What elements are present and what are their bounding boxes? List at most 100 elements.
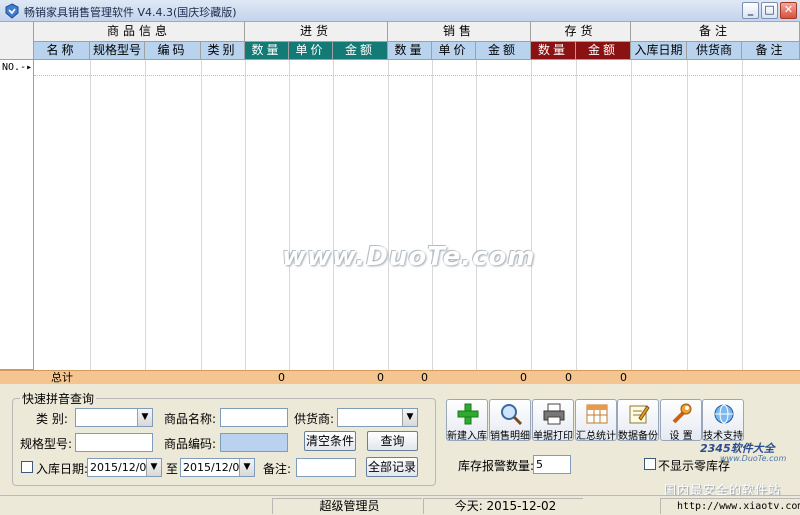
data-grid[interactable]: 商品信息 进货 销售 存货 备注 名称 规格型号 编码 类别 数量 单价 金额 … xyxy=(0,22,800,384)
remark-input[interactable] xyxy=(296,458,356,477)
close-button[interactable]: ✕ xyxy=(780,2,797,19)
minimize-button[interactable]: _ xyxy=(742,2,759,19)
column-divider xyxy=(576,60,577,370)
summary-stats-label: 汇总统计 xyxy=(576,431,616,442)
group-header-purchase: 进货 xyxy=(245,22,388,42)
col-header-supplier[interactable]: 供货商 xyxy=(687,42,742,60)
totals-sales-amount: 0 xyxy=(520,371,527,384)
totals-label: 总计 xyxy=(51,371,73,384)
chevron-down-icon[interactable]: ▼ xyxy=(146,459,161,476)
category-select[interactable]: ▼ xyxy=(75,408,153,427)
row-indicator[interactable]: NO.-▸ xyxy=(0,60,32,76)
logo-subtext: www.DuoTe.com xyxy=(720,454,787,463)
spec-input[interactable] xyxy=(75,433,153,452)
col-header-code[interactable]: 编码 xyxy=(145,42,201,60)
column-divider xyxy=(687,60,688,370)
data-backup-button[interactable]: 数据备份 xyxy=(617,399,659,442)
col-header-sales-amount[interactable]: 金额 xyxy=(476,42,531,60)
col-header-remark[interactable]: 备注 xyxy=(742,42,800,60)
group-header-remark: 备注 xyxy=(631,22,800,42)
col-header-sales-qty[interactable]: 数量 xyxy=(388,42,432,60)
date-to-picker[interactable]: 2015/12/02 ▼ xyxy=(180,458,255,477)
row-number-label: NO.- xyxy=(2,62,27,73)
column-divider xyxy=(289,60,290,370)
settings-label: 设 置 xyxy=(669,431,693,442)
row-indicator-column xyxy=(0,60,34,370)
title-bar: 畅销家具销售管理软件 V4.4.3(国庆珍藏版) _ □ ✕ xyxy=(0,0,800,22)
status-today: 今天: 2015-12-02 xyxy=(423,498,583,514)
product-name-input[interactable] xyxy=(220,408,288,427)
supplier-select[interactable]: ▼ xyxy=(337,408,418,427)
chevron-down-icon[interactable]: ▼ xyxy=(402,409,417,426)
column-divider xyxy=(742,60,743,370)
print-receipt-label: 单据打印 xyxy=(533,431,573,442)
status-bar: 超级管理员 今天: 2015-12-02 http://www.xiaotv.c… xyxy=(0,495,800,515)
col-header-spec[interactable]: 规格型号 xyxy=(90,42,145,60)
column-divider xyxy=(531,60,532,370)
totals-row: 总计 0 0 0 0 0 0 xyxy=(0,370,800,384)
column-divider xyxy=(145,60,146,370)
group-header-sales: 销售 xyxy=(388,22,531,42)
column-divider xyxy=(333,60,334,370)
column-divider xyxy=(245,60,246,370)
new-stock-in-label: 新建入库 xyxy=(447,431,487,442)
col-header-purchase-qty[interactable]: 数量 xyxy=(245,42,289,60)
totals-purchase-amount: 0 xyxy=(377,371,384,384)
col-header-category[interactable]: 类别 xyxy=(201,42,245,60)
product-code-input[interactable] xyxy=(220,433,288,452)
data-backup-label: 数据备份 xyxy=(618,431,658,442)
grid-corner xyxy=(0,22,34,60)
all-records-button[interactable]: 全部记录 xyxy=(366,457,418,477)
table-icon xyxy=(586,404,608,424)
totals-stock-qty: 0 xyxy=(565,371,572,384)
totals-purchase-qty: 0 xyxy=(278,371,285,384)
col-header-sales-price[interactable]: 单价 xyxy=(432,42,476,60)
summary-stats-button[interactable]: 汇总统计 xyxy=(575,399,617,442)
clear-conditions-button[interactable]: 清空条件 xyxy=(304,431,356,451)
new-stock-in-button[interactable]: 新建入库 xyxy=(446,399,488,442)
print-receipt-button[interactable]: 单据打印 xyxy=(532,399,574,442)
supplier-label: 供货商: xyxy=(294,412,335,426)
status-user: 超级管理员 xyxy=(272,498,422,514)
column-divider xyxy=(631,60,632,370)
date-to-label: 至 xyxy=(166,462,179,476)
group-header-stock: 存货 xyxy=(531,22,631,42)
stock-alert-label: 库存报警数量: xyxy=(458,459,535,473)
date-from-value: 2015/12/02 xyxy=(90,461,154,474)
col-header-name[interactable]: 名称 xyxy=(34,42,90,60)
col-header-in-date[interactable]: 入库日期 xyxy=(631,42,687,60)
col-header-stock-qty[interactable]: 数量 xyxy=(531,42,576,60)
site-logo: 2345软件大全 www.DuoTe.com xyxy=(700,440,786,463)
hide-zero-stock-checkbox[interactable] xyxy=(644,458,656,470)
tech-support-button[interactable]: 技术支持 xyxy=(702,399,744,442)
wrench-icon xyxy=(672,403,692,424)
watermark-text: www.DuoTe.com xyxy=(282,242,536,272)
col-header-purchase-price[interactable]: 单价 xyxy=(289,42,333,60)
current-row-arrow-icon: ▸ xyxy=(26,62,33,73)
col-header-stock-amount[interactable]: 金额 xyxy=(576,42,631,60)
magnifier-icon xyxy=(501,404,523,426)
query-button[interactable]: 查询 xyxy=(367,431,418,451)
chevron-down-icon[interactable]: ▼ xyxy=(239,459,254,476)
date-from-picker[interactable]: 2015/12/02 ▼ xyxy=(87,458,162,477)
first-row-line xyxy=(34,75,800,76)
sales-detail-button[interactable]: 销售明细 xyxy=(489,399,531,442)
totals-stock-amount: 0 xyxy=(620,371,627,384)
column-divider xyxy=(201,60,202,370)
totals-sales-qty: 0 xyxy=(421,371,428,384)
chevron-down-icon[interactable]: ▼ xyxy=(137,409,152,426)
window-title: 畅销家具销售管理软件 V4.4.3(国庆珍藏版) xyxy=(24,6,237,19)
col-header-purchase-amount[interactable]: 金额 xyxy=(333,42,388,60)
in-date-label: 入库日期: xyxy=(36,462,89,476)
remark-label: 备注: xyxy=(263,462,292,476)
status-site: http://www.xiaotv.com xyxy=(660,498,800,514)
in-date-checkbox[interactable] xyxy=(21,461,33,473)
backup-icon xyxy=(629,405,650,424)
stock-alert-input[interactable]: 5 xyxy=(533,455,571,474)
maximize-button[interactable]: □ xyxy=(761,2,778,19)
globe-icon xyxy=(714,404,734,424)
group-header-product-info: 商品信息 xyxy=(34,22,245,42)
product-code-label: 商品编码: xyxy=(164,437,217,451)
settings-button[interactable]: 设 置 xyxy=(660,399,702,442)
product-name-label: 商品名称: xyxy=(164,412,217,426)
